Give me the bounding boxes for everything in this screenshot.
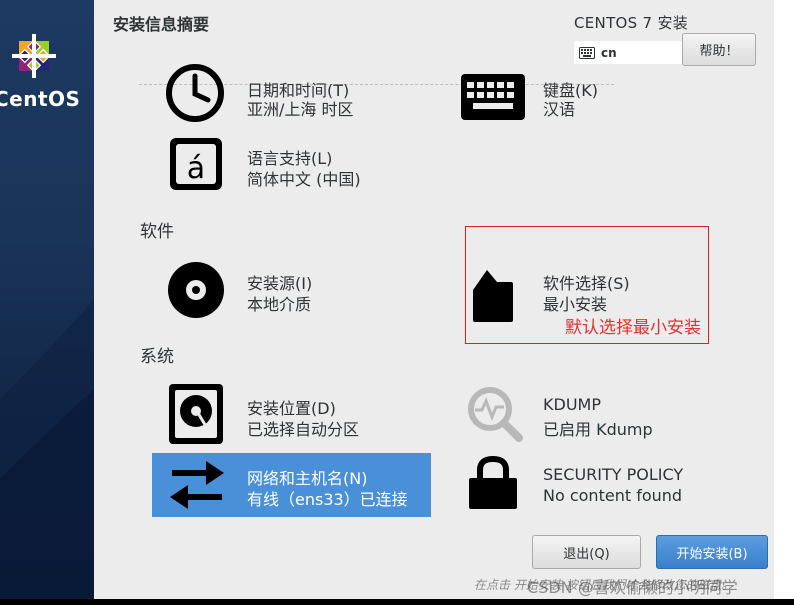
installation-summary-hub: 安装信息摘要 CENTOS 7 安装 cn 帮助！ 日期和时间(T) 亚洲/上海… <box>94 0 774 599</box>
spoke-datetime-status: 亚洲/上海 时区 <box>247 100 354 119</box>
sidebar-swoosh-decoration <box>0 299 94 599</box>
spoke-security-policy-status: No content found <box>543 486 683 505</box>
annotation-text: 默认选择最小安装 <box>565 318 701 338</box>
watermark: CSDN @喜欢偷懒的小明同学 <box>527 578 738 597</box>
keyboard-icon <box>579 46 595 59</box>
window-bottom-edge <box>0 599 794 605</box>
quit-button[interactable]: 退出(Q) <box>532 535 641 569</box>
disc-icon <box>168 262 224 318</box>
begin-installation-button[interactable]: 开始安装(B) <box>656 535 768 569</box>
keyboard-large-icon <box>461 74 525 120</box>
centos-logo-icon <box>12 34 56 78</box>
sidebar: CentOS <box>0 0 94 599</box>
page-title: 安装信息摘要 <box>113 15 210 34</box>
language-icon: á <box>170 138 222 190</box>
network-arrows-icon <box>170 461 224 509</box>
magnifier-icon <box>468 387 523 442</box>
spoke-kdump-status: 已启用 Kdump <box>543 420 653 439</box>
spoke-language-status: 简体中文 (中国) <box>247 170 361 189</box>
keyboard-layout-indicator[interactable]: cn <box>574 41 682 64</box>
spoke-kdump-label: KDUMP <box>543 395 601 414</box>
window-right-edge <box>774 0 794 599</box>
keyboard-layout-code: cn <box>601 45 617 60</box>
spoke-network[interactable]: 网络和主机名(N) 有线（ens33）已连接 <box>152 453 431 517</box>
section-title-system: 系统 <box>140 347 174 367</box>
help-button[interactable]: 帮助！ <box>682 33 756 66</box>
centos-brand-text: CentOS <box>0 87 81 111</box>
lock-icon <box>469 456 517 509</box>
svg-text:á: á <box>187 151 205 186</box>
install-title: CENTOS 7 安装 <box>574 14 689 32</box>
clock-icon <box>166 64 224 122</box>
section-title-software: 软件 <box>140 222 174 242</box>
hard-drive-icon <box>169 384 223 444</box>
spoke-security-policy-label: SECURITY POLICY <box>543 465 684 484</box>
spoke-keyboard-status: 汉语 <box>543 100 576 119</box>
spoke-install-destination-status: 已选择自动分区 <box>247 420 360 439</box>
spoke-install-source-status: 本地介质 <box>247 295 312 314</box>
spoke-network-status: 有线（ens33）已连接 <box>247 490 408 509</box>
